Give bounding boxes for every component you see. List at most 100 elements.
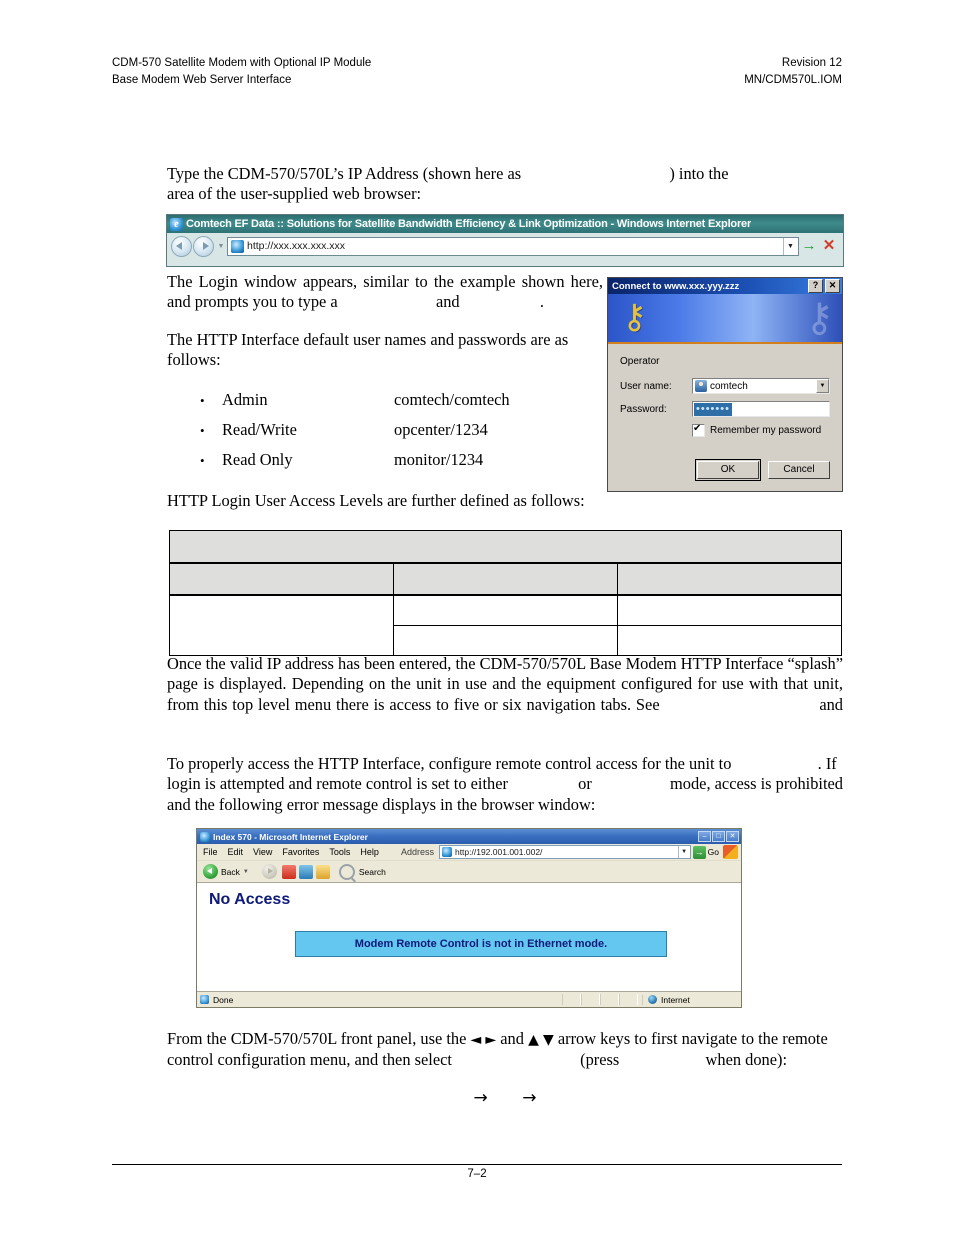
paragraph-type-ip-address: Type the CDM-570/570L’s IP Address (show… (167, 164, 843, 205)
table-row (169, 562, 842, 596)
status-segment (619, 994, 638, 1005)
browser-window-no-access[interactable]: Index 570 - Microsoft Internet Explorer … (196, 828, 742, 1008)
forward-arrow-icon[interactable] (261, 864, 277, 879)
login-dialog-body: Operator User name: comtech ▼ Password: … (608, 344, 842, 447)
search-icon[interactable] (338, 863, 355, 880)
address-dropdown-chevron-down-icon[interactable]: ▼ (677, 846, 690, 858)
address-bar-url[interactable]: http://xxx.xxx.xxx.xxx (247, 240, 783, 252)
status-segment (581, 994, 600, 1005)
header-right-line2: MN/CDM570L.IOM (744, 74, 842, 86)
bullet-icon: • (200, 453, 205, 468)
address-dropdown-chevron-down-icon[interactable]: ▼ (783, 237, 797, 255)
p7-text-d: (press (580, 1050, 620, 1070)
header-left-line1: CDM-570 Satellite Modem with Optional IP… (112, 57, 372, 69)
menu-item-file[interactable]: File (203, 847, 218, 857)
password-row: Password: ••••••• (620, 401, 830, 417)
home-icon[interactable] (315, 864, 330, 879)
password-field[interactable]: ••••••• (692, 401, 830, 417)
menu-item-tools[interactable]: Tools (329, 847, 350, 857)
no-access-url[interactable]: http://192.001.001.002/ (455, 847, 678, 857)
password-label: Password: (620, 403, 667, 415)
user-icon (695, 380, 707, 392)
ok-button[interactable]: OK (695, 459, 761, 481)
password-value[interactable]: ••••••• (694, 402, 732, 416)
ghost-keys-watermark-icon: ⚷ (804, 295, 834, 340)
no-access-menubar: File Edit View Favorites Tools Help Addr… (197, 844, 741, 861)
go-button[interactable]: → Go (692, 845, 719, 859)
browser-titlebar: e Comtech EF Data :: Solutions for Satel… (167, 215, 843, 233)
bullet-icon: • (200, 393, 205, 408)
realm-label: Operator (620, 356, 660, 367)
credential-value: comtech/comtech (394, 390, 510, 409)
paragraph-access-levels-intro: HTTP Login User Access Levels are furthe… (167, 491, 585, 510)
maximize-icon[interactable]: □ (712, 831, 725, 842)
p2-text-b: and (435, 292, 460, 312)
table-row (169, 530, 842, 564)
close-icon[interactable]: ✕ (825, 279, 840, 293)
back-button[interactable]: Back ▼ (203, 864, 256, 879)
close-icon[interactable]: ✕ (726, 831, 739, 842)
login-dialog-window[interactable]: Connect to www.xxx.yyy.zzz ? ✕ ⚷ ⚷ Opera… (607, 277, 843, 492)
p7-text-e: when done): (705, 1050, 788, 1070)
login-dialog-banner: ⚷ ⚷ (608, 294, 842, 344)
go-button-label: Go (707, 847, 719, 857)
list-item: • Read/Write opcenter/1234 (200, 420, 620, 441)
address-bar[interactable]: http://xxx.xxx.xxx.xxx ▼ (227, 236, 799, 256)
login-dialog-title: Connect to www.xxx.yyy.zzz (612, 280, 740, 292)
minimize-icon[interactable]: – (698, 831, 711, 842)
bullet-icon: • (200, 423, 205, 438)
no-access-toolbar: Back ▼ Search (197, 861, 741, 883)
page-title: No Access (209, 891, 291, 908)
credential-level: Admin (222, 390, 268, 409)
up-arrow-icon: ▲ (528, 1032, 539, 1048)
stop-button-icon[interactable]: ✕ (819, 237, 839, 256)
login-dialog-buttons: OK Cancel (608, 447, 842, 491)
menu-item-help[interactable]: Help (360, 847, 379, 857)
menu-path-line: → → (167, 1088, 843, 1108)
p7-text-a: From the CDM-570/570L front panel, use t… (167, 1029, 467, 1048)
refresh-icon[interactable] (298, 864, 313, 879)
p5-text-a: Once the valid IP address has been enter… (167, 654, 843, 714)
status-page-icon (200, 995, 209, 1004)
browser-title-text: Comtech EF Data :: Solutions for Satelli… (186, 218, 752, 230)
recent-pages-chevron-down-icon[interactable]: ▼ (215, 237, 227, 256)
menu-item-favorites[interactable]: Favorites (282, 847, 319, 857)
no-access-page-content: No Access Modem Remote Control is not in… (197, 883, 741, 992)
page-number: 7–2 (467, 1168, 487, 1180)
page-header: CDM-570 Satellite Modem with Optional IP… (112, 55, 842, 89)
p5-text-b: and (819, 694, 843, 714)
globe-icon (648, 995, 657, 1004)
paragraph-splash-page: Once the valid IP address has been enter… (167, 654, 843, 735)
no-access-address-bar[interactable]: http://192.001.001.002/ ▼ (438, 845, 691, 859)
username-field[interactable]: comtech ▼ (692, 378, 830, 394)
table-title-cell (169, 530, 842, 564)
right-arrow-icon: → (522, 1088, 537, 1108)
footer-divider (112, 1164, 842, 1165)
windows-logo-icon (723, 845, 738, 859)
remember-password-row[interactable]: Remember my password (692, 423, 830, 437)
remember-password-checkbox[interactable] (692, 423, 705, 437)
header-left-line2: Base Modem Web Server Interface (112, 74, 292, 86)
username-chevron-down-icon[interactable]: ▼ (816, 379, 829, 393)
menu-item-edit[interactable]: Edit (228, 847, 244, 857)
credential-value: opcenter/1234 (394, 420, 488, 439)
back-arrow-icon[interactable] (171, 235, 192, 257)
go-button-icon[interactable]: → (799, 237, 819, 256)
down-arrow-icon: ▼ (542, 1032, 554, 1048)
list-item: • Admin comtech/comtech (200, 390, 620, 411)
back-chevron-down-icon[interactable]: ▼ (243, 869, 249, 875)
no-access-status-bar: Done Internet (197, 992, 741, 1007)
back-button-label: Back (221, 866, 240, 877)
forward-arrow-icon[interactable] (193, 235, 214, 257)
table-cell (393, 594, 618, 626)
help-button-icon[interactable]: ? (808, 279, 823, 293)
username-label: User name: (620, 380, 672, 392)
browser-window-comtech[interactable]: e Comtech EF Data :: Solutions for Satel… (166, 214, 844, 267)
stop-icon[interactable] (281, 864, 296, 879)
username-value[interactable]: comtech (710, 381, 816, 392)
cancel-button[interactable]: Cancel (768, 461, 830, 479)
username-row: User name: comtech ▼ (620, 378, 830, 394)
menu-item-view[interactable]: View (253, 847, 272, 857)
table-cell (393, 625, 618, 656)
credential-value: monitor/1234 (394, 450, 484, 469)
